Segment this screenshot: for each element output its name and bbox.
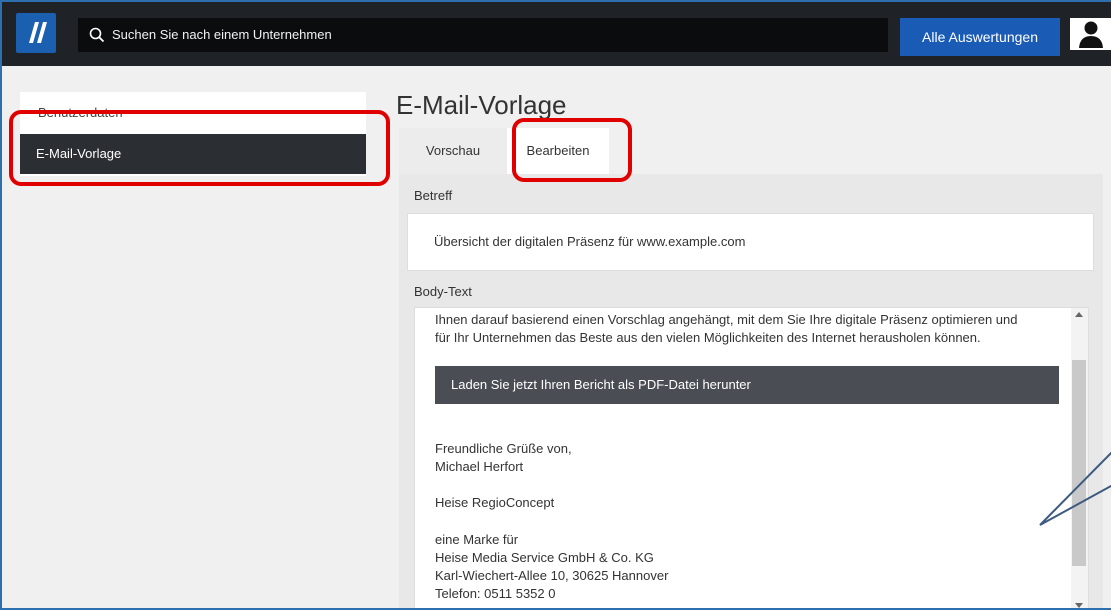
scroll-up-icon[interactable] xyxy=(1075,312,1083,317)
logo-icon[interactable] xyxy=(16,13,56,53)
pdf-download-button[interactable]: Laden Sie jetzt Ihren Bericht als PDF-Da… xyxy=(435,366,1059,404)
signature-greeting: Freundliche Grüße von, xyxy=(435,441,572,456)
subject-value: Übersicht der digitalen Präsenz für www.… xyxy=(434,234,746,249)
signature-brand: Heise RegioConcept xyxy=(435,495,555,510)
signature-name: Michael Herfort xyxy=(435,459,524,474)
user-button[interactable] xyxy=(1070,18,1111,50)
search-placeholder: Suchen Sie nach einem Unternehmen xyxy=(112,27,332,42)
body-text-editor[interactable]: Ihnen darauf basierend einen Vorschlag a… xyxy=(414,307,1089,608)
app-window: Suchen Sie nach einem Unternehmen Alle A… xyxy=(0,0,1111,610)
highlight-box-sidebar xyxy=(9,110,390,186)
user-icon xyxy=(1079,21,1103,48)
search-icon xyxy=(89,27,105,43)
signature-address: Karl-Wiechert-Allee 10, 30625 Hannover xyxy=(435,568,669,583)
signature-brand-note: eine Marke für xyxy=(435,532,519,547)
scroll-down-icon[interactable] xyxy=(1075,603,1083,608)
body-label: Body-Text xyxy=(414,284,472,299)
tab-bar: Vorschau Bearbeiten xyxy=(399,128,1099,174)
highlight-box-edit-tab xyxy=(512,118,632,182)
tab-preview[interactable]: Vorschau xyxy=(399,128,507,174)
search-input[interactable]: Suchen Sie nach einem Unternehmen xyxy=(78,18,888,52)
callout-pointer xyxy=(1039,451,1111,526)
signature-company: Heise Media Service GmbH & Co. KG xyxy=(435,550,654,565)
subject-label: Betreff xyxy=(414,188,453,203)
subject-field[interactable]: Übersicht der digitalen Präsenz für www.… xyxy=(407,213,1094,271)
top-bar: Suchen Sie nach einem Unternehmen Alle A… xyxy=(2,2,1111,66)
page-title: E-Mail-Vorlage xyxy=(396,90,567,120)
signature-phone: Telefon: 0511 5352 0 xyxy=(435,586,556,601)
body-line: Ihnen darauf basierend einen Vorschlag a… xyxy=(435,312,1018,327)
all-reports-button[interactable]: Alle Auswertungen xyxy=(900,18,1060,56)
body-line: für Ihr Unternehmen das Beste aus den vi… xyxy=(435,330,981,345)
